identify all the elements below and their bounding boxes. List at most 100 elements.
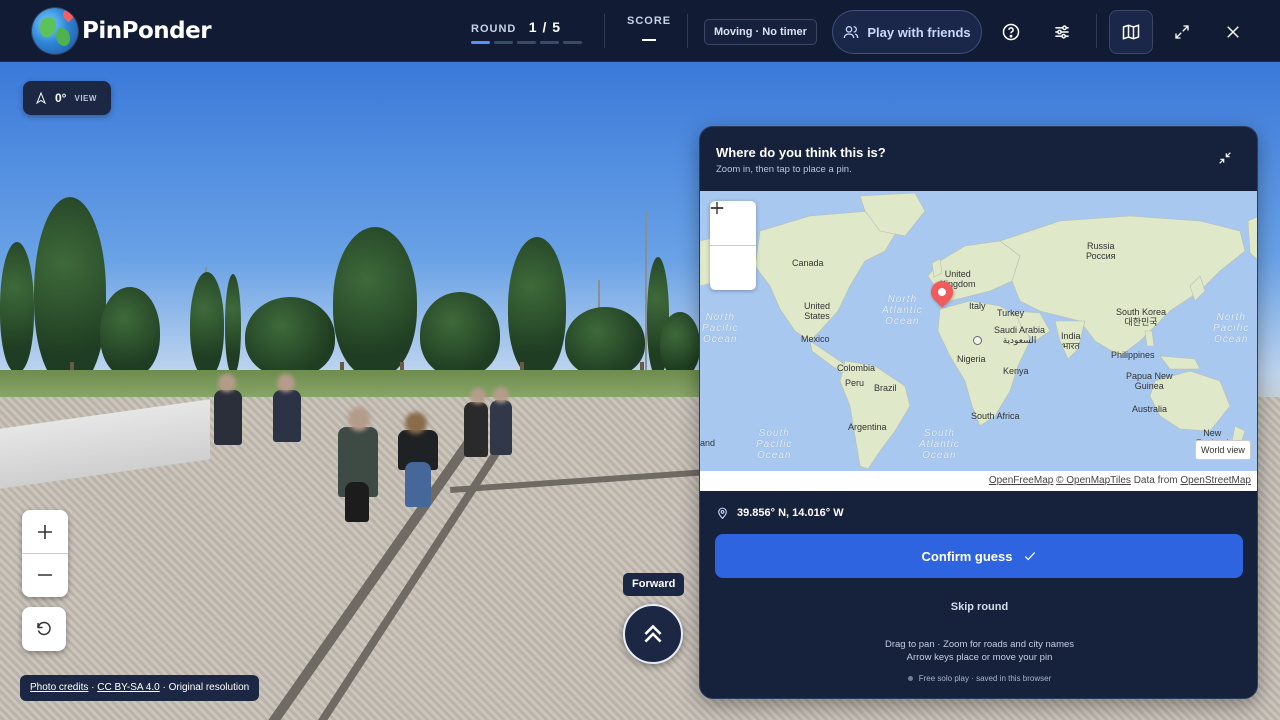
map-hint-line: Drag to pan · Zoom for roads and city na…	[884, 639, 1075, 650]
license-link[interactable]: CC BY-SA 4.0	[97, 682, 159, 693]
ocean-label-south-pacific: South Pacific Ocean	[756, 428, 793, 461]
pedestrian-legs	[345, 482, 369, 522]
tree	[565, 307, 645, 377]
panorama-zoom-in-button[interactable]	[22, 510, 68, 553]
tree	[225, 274, 241, 374]
map-zoom-out-button[interactable]	[710, 207, 756, 289]
tree	[508, 237, 566, 377]
ocean-label-south-atlantic: South Atlantic Ocean	[919, 428, 960, 461]
map-label-russia: Russia Россия	[1086, 241, 1116, 261]
map-label-papua-new-guinea: Papua New Guinea	[1126, 371, 1173, 391]
round-progress-segment	[471, 41, 490, 44]
map-label-south-korea: South Korea 대한민국	[1116, 307, 1167, 327]
map-label-nigeria: Nigeria	[957, 354, 986, 364]
map-label-italy: Italy	[969, 301, 986, 311]
map-label-australia: Australia	[1132, 404, 1168, 414]
map-label-brazil: Brazil	[874, 383, 897, 393]
settings-button[interactable]	[1040, 10, 1084, 54]
map-label-peru: Peru	[845, 378, 865, 388]
resolution-label: Original resolution	[168, 682, 250, 693]
map-label-partial: and	[700, 438, 716, 448]
map-label-turkey: Turkey	[997, 308, 1025, 318]
round-label: ROUND	[471, 23, 517, 35]
view-heading-chip[interactable]: 0° VIEW	[23, 81, 111, 115]
close-icon	[1227, 26, 1239, 38]
round-progress	[471, 41, 582, 44]
map-label-kenya: Kenya	[1003, 366, 1029, 376]
blurred-face	[470, 388, 486, 404]
ocean-label-north-pacific: North Pacific Ocean	[1213, 312, 1250, 345]
pedestrian	[273, 390, 301, 442]
close-button[interactable]	[1211, 10, 1255, 54]
data-from-label: Data from	[1133, 475, 1178, 486]
map-hint-line: Arrow keys place or move your pin	[906, 652, 1053, 663]
blurred-face	[218, 374, 236, 392]
move-forward-button[interactable]	[623, 604, 683, 664]
skip-round-button[interactable]: Skip round	[700, 601, 1257, 613]
score-value-empty	[642, 39, 657, 41]
openmaptiles-link[interactable]: © OpenMapTiles	[1056, 475, 1131, 486]
pedestrian-legs	[405, 462, 431, 507]
tree	[100, 287, 160, 377]
round-progress-segment	[563, 41, 582, 44]
double-chevron-up-icon	[644, 624, 662, 643]
round-progress-segment	[540, 41, 559, 44]
view-label: VIEW	[74, 93, 97, 103]
map-label-canada: Canada	[792, 258, 824, 268]
play-with-friends-button[interactable]: Play with friends	[832, 10, 982, 54]
minimize-icon	[1219, 152, 1231, 164]
globe-logo-icon	[32, 8, 78, 54]
tree	[420, 292, 500, 377]
blurred-face	[405, 412, 427, 434]
map-label-mexico: Mexico	[801, 334, 830, 344]
guess-panel: Where do you think this is? Zoom in, the…	[699, 126, 1258, 699]
map-label-india: India भारत	[1061, 331, 1081, 351]
save-note: Free solo play · saved in this browser	[700, 674, 1257, 683]
forward-tooltip: Forward	[623, 573, 685, 596]
app-logo[interactable]: PinPonder	[32, 8, 212, 54]
collapse-panel-button[interactable]	[1217, 150, 1235, 168]
save-note-text: Free solo play · saved in this browser	[918, 674, 1052, 683]
world-view-button[interactable]: World view	[1195, 440, 1251, 460]
map-pin-icon	[718, 507, 727, 520]
confirm-guess-label: Confirm guess	[921, 548, 1013, 564]
tree	[245, 297, 335, 377]
top-bar: PinPonder ROUND 1 / 5 SCORE Moving · No …	[0, 0, 1280, 62]
round-progress-segment	[494, 41, 513, 44]
confirm-guess-button[interactable]: Confirm guess	[715, 534, 1243, 578]
guess-panel-subtitle: Zoom in, then tap to place a pin.	[716, 164, 852, 175]
play-with-friends-label: Play with friends	[867, 24, 971, 40]
world-map[interactable]: Canada United States Mexico Colombia Per…	[700, 191, 1257, 491]
expand-icon	[1175, 25, 1189, 39]
map-icon	[1122, 24, 1140, 40]
minus-icon	[710, 207, 724, 209]
help-button[interactable]	[989, 10, 1033, 54]
navigation-arrow-icon	[35, 91, 47, 105]
tree	[660, 312, 700, 377]
divider	[687, 14, 688, 48]
panorama-zoom-out-button[interactable]	[22, 553, 68, 596]
map-label-saudi-arabia: Saudi Arabia السعودية	[994, 325, 1046, 345]
ocean-label-north-atlantic: North Atlantic Ocean	[882, 294, 923, 327]
reset-view-button[interactable]	[22, 607, 66, 651]
panorama-zoom-controls	[22, 510, 68, 597]
photo-credits-link[interactable]: Photo credits	[30, 682, 88, 693]
tree	[190, 272, 224, 377]
ocean-label-north-pacific: North Pacific Ocean	[702, 312, 739, 345]
blurred-face	[277, 374, 295, 392]
openfreemap-link[interactable]: OpenFreeMap	[989, 475, 1053, 486]
view-heading-value: 0°	[55, 91, 67, 105]
tree	[34, 197, 106, 387]
question-circle-icon	[1002, 23, 1020, 41]
plus-icon	[38, 524, 52, 539]
openstreetmap-link[interactable]: OpenStreetMap	[1180, 475, 1251, 486]
photo-credits: Photo credits · CC BY-SA 4.0 · Original …	[20, 675, 260, 701]
map-zoom-controls	[710, 201, 756, 290]
tree	[333, 227, 417, 377]
tree	[0, 242, 34, 372]
sliders-icon	[1055, 25, 1069, 39]
map-label-colombia: Colombia	[837, 363, 876, 373]
map-toggle-button[interactable]	[1109, 10, 1153, 54]
score-label: SCORE	[627, 15, 672, 27]
fullscreen-button[interactable]	[1160, 10, 1204, 54]
